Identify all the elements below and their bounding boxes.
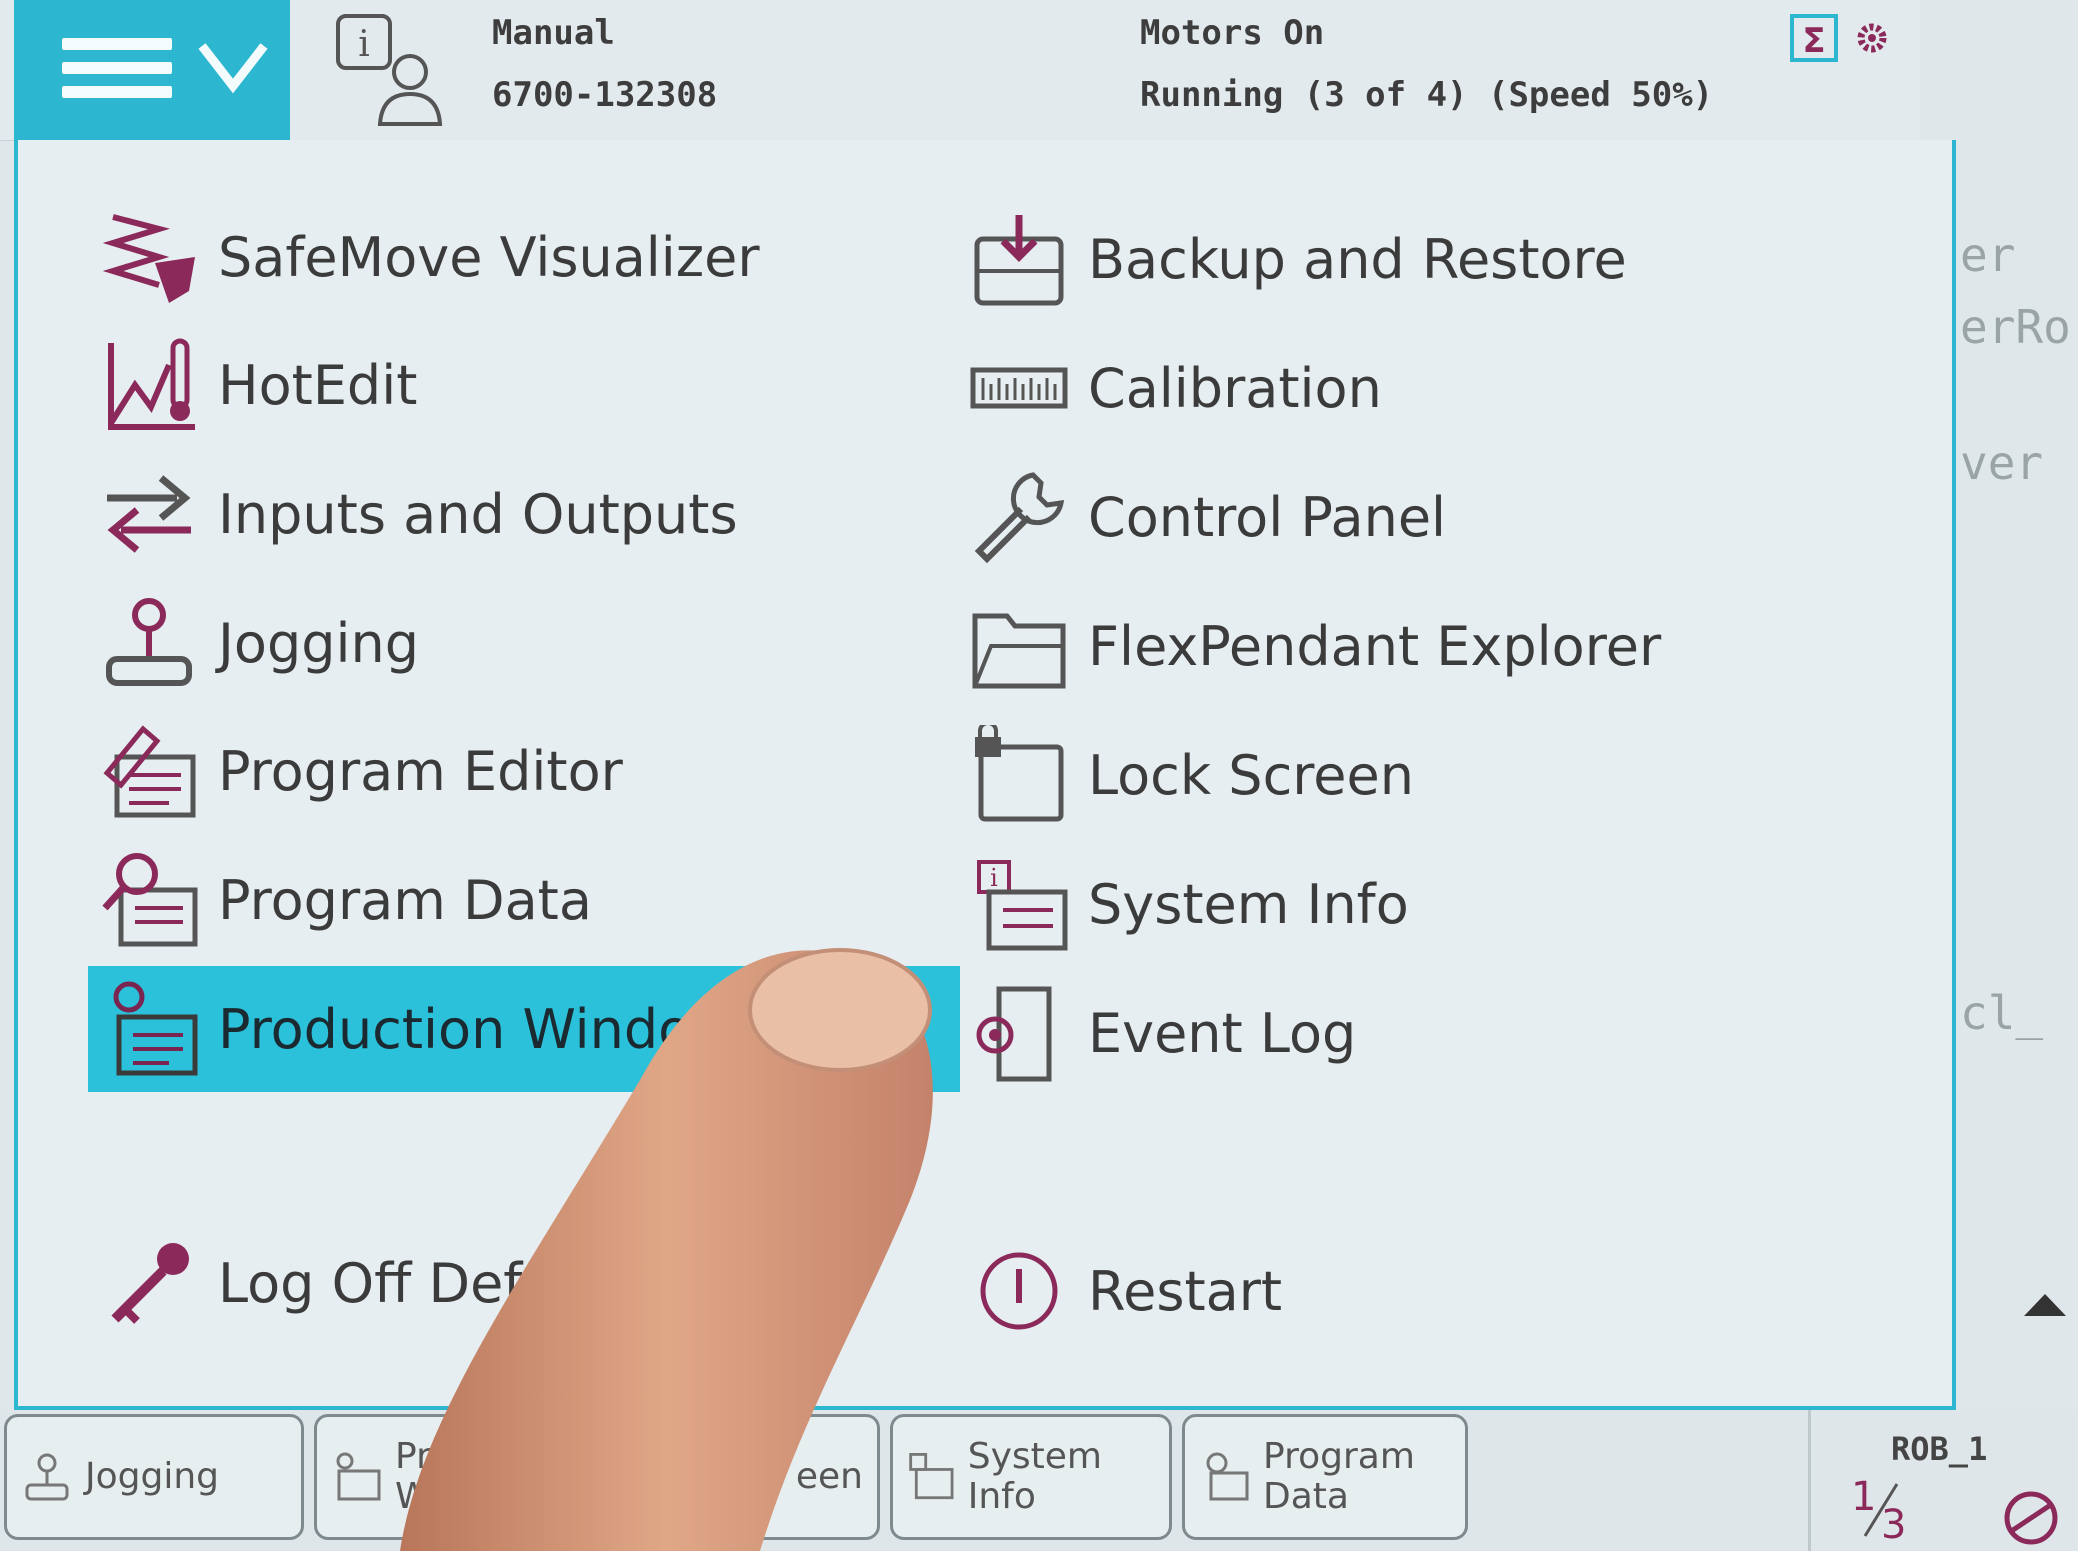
quickset-icons[interactable]: Σ	[1790, 14, 1900, 64]
menu-item-label: HotEdit	[218, 353, 418, 417]
menu-item-system-info[interactable]: i System Info	[964, 841, 1409, 967]
menu-item-jogging[interactable]: Jogging	[94, 580, 419, 706]
task-jogging[interactable]: Jogging	[4, 1414, 304, 1540]
menu-item-production-window[interactable]: Production Windo	[88, 966, 960, 1092]
top-status-bar: i Manual 6700-132308 Motors On Running (…	[0, 0, 1920, 141]
task-program-data[interactable]: Program Data	[1182, 1414, 1468, 1540]
calibration-icon	[964, 333, 1074, 443]
log-off-button[interactable]: Log Off Def	[94, 1220, 522, 1346]
motors-state: Motors On	[1140, 13, 1325, 53]
wrench-icon	[964, 462, 1074, 572]
menu-item-label: Production Windo	[218, 997, 692, 1061]
menu-item-label: Program Editor	[218, 739, 623, 803]
jogging-icon	[25, 1453, 69, 1501]
svg-text:Σ: Σ	[1802, 21, 1825, 61]
task-lock-screen[interactable]: een	[624, 1414, 880, 1540]
menu-item-label: FlexPendant Explorer	[1088, 614, 1662, 678]
code-line: er	[1960, 228, 2016, 282]
menu-item-label: Control Panel	[1088, 485, 1447, 549]
menu-item-control-panel[interactable]: Control Panel	[964, 454, 1446, 580]
restart-icon	[964, 1236, 1074, 1346]
operator-info-icon[interactable]: i	[330, 10, 450, 130]
safemove-icon	[94, 202, 204, 312]
program-status: Motors On Running (3 of 4) (Speed 50%)	[1140, 2, 1713, 126]
production-window-icon	[336, 1452, 381, 1501]
hotedit-icon	[94, 330, 204, 440]
menu-item-flexpendant-explorer[interactable]: FlexPendant Explorer	[964, 583, 1661, 709]
menu-item-label: SafeMove Visualizer	[218, 225, 760, 289]
code-line: cl_	[1960, 986, 2044, 1040]
menu-item-label: Backup and Restore	[1088, 227, 1627, 291]
task-system-info[interactable]: System Info	[890, 1414, 1172, 1540]
restart-button[interactable]: Restart	[964, 1228, 1282, 1354]
background-program-code: er erRo ver cl_	[1960, 200, 2078, 1100]
robot-unit-icon	[2004, 1491, 2058, 1545]
program-data-icon	[94, 845, 204, 955]
system-name: 6700-132308	[492, 75, 718, 115]
main-menu-button[interactable]	[14, 0, 290, 140]
code-line: ver	[1960, 436, 2044, 490]
menu-item-label: Program Data	[218, 868, 592, 932]
svg-text:i: i	[990, 864, 998, 892]
menu-item-program-data[interactable]: Program Data	[94, 837, 592, 963]
event-log-icon	[964, 978, 1074, 1088]
menu-item-calibration[interactable]: Calibration	[964, 325, 1382, 451]
system-info-icon: i	[964, 849, 1074, 959]
run-state: Running (3 of 4) (Speed 50%)	[1140, 75, 1714, 115]
menu-item-safemove-visualizer[interactable]: SafeMove Visualizer	[94, 194, 760, 320]
menu-item-label: Event Log	[1088, 1001, 1357, 1065]
operating-mode: Manual	[492, 13, 615, 53]
task-label: System Info	[967, 1436, 1102, 1517]
chevron-down-icon	[198, 43, 268, 94]
menu-item-label: System Info	[1088, 872, 1409, 936]
task-label: een	[795, 1456, 863, 1497]
backup-icon	[964, 204, 1074, 314]
task-label: Pro W	[395, 1436, 453, 1517]
jogging-icon	[94, 588, 204, 698]
menu-item-backup-restore[interactable]: Backup and Restore	[964, 196, 1627, 322]
menu-item-label: Inputs and Outputs	[218, 482, 738, 546]
lock-icon	[964, 720, 1074, 830]
mechanical-unit-status[interactable]: ROB_1 1 3	[1808, 1410, 2078, 1551]
menu-item-program-editor[interactable]: Program Editor	[94, 708, 623, 834]
fraction-slash-icon	[1863, 1483, 1899, 1537]
menu-item-lock-screen[interactable]: Lock Screen	[964, 712, 1414, 838]
menu-item-inputs-outputs[interactable]: Inputs and Outputs	[94, 451, 738, 577]
task-production-window[interactable]: Pro W	[314, 1414, 614, 1540]
production-window-icon	[94, 974, 204, 1084]
menu-item-label: Calibration	[1088, 356, 1382, 420]
key-icon	[94, 1228, 204, 1338]
restart-label: Restart	[1088, 1259, 1283, 1323]
folder-icon	[964, 591, 1074, 701]
task-label: Program Data	[1263, 1436, 1415, 1517]
system-info-icon	[909, 1452, 954, 1500]
inputs-outputs-icon	[94, 459, 204, 569]
menu-item-hotedit[interactable]: HotEdit	[94, 322, 417, 448]
hamburger-icon	[62, 38, 172, 98]
scroll-up-icon[interactable]	[2020, 1290, 2070, 1320]
program-data-icon	[1206, 1452, 1249, 1501]
controller-status: Manual 6700-132308	[492, 2, 717, 126]
task-bar: Jogging Pro W een System Info Program Da…	[0, 1410, 2078, 1551]
menu-item-event-log[interactable]: Event Log	[964, 970, 1356, 1096]
rob-label: ROB_1	[1891, 1430, 1988, 1468]
task-label: Jogging	[85, 1456, 220, 1497]
menu-item-label: Jogging	[218, 611, 420, 675]
menu-item-label: Lock Screen	[1088, 743, 1414, 807]
svg-text:i: i	[358, 24, 370, 65]
program-editor-icon	[94, 716, 204, 826]
code-line: erRo	[1960, 300, 2071, 354]
log-off-label: Log Off Def	[218, 1251, 523, 1315]
